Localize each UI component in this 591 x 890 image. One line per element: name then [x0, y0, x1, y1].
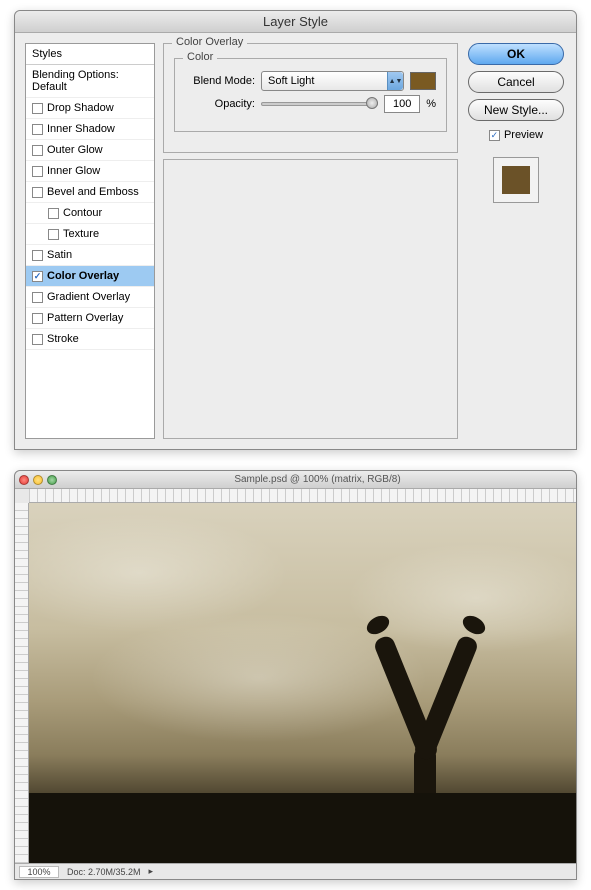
layer-style-dialog: Layer Style Styles Blending Options: Def…	[14, 10, 577, 450]
label: Color Overlay	[47, 270, 119, 282]
figure-silhouette	[336, 593, 516, 823]
styles-sidebar: Styles Blending Options: Default Drop Sh…	[25, 43, 155, 439]
sidebar-item-outer-glow[interactable]: Outer Glow	[26, 140, 154, 161]
group-title: Color Overlay	[172, 36, 247, 48]
ruler-horizontal[interactable]	[29, 489, 576, 503]
checkbox-outer-glow[interactable]	[32, 145, 43, 156]
opacity-input[interactable]	[384, 95, 420, 113]
panel-spacer	[163, 159, 458, 439]
ok-button[interactable]: OK	[468, 43, 564, 65]
minimize-icon[interactable]	[33, 475, 43, 485]
blend-mode-label: Blend Mode:	[185, 75, 255, 87]
opacity-slider[interactable]	[261, 97, 378, 111]
slider-thumb[interactable]	[366, 97, 378, 109]
blend-mode-select[interactable]: Soft Light ▲▼	[261, 71, 404, 91]
slider-track	[261, 102, 378, 106]
document-window: Sample.psd @ 100% (matrix, RGB/8)	[14, 470, 577, 880]
sidebar-item-gradient-overlay[interactable]: Gradient Overlay	[26, 287, 154, 308]
opacity-unit: %	[426, 98, 436, 110]
doc-info: Doc: 2.70M/35.2M	[67, 867, 141, 877]
sidebar-item-inner-shadow[interactable]: Inner Shadow	[26, 119, 154, 140]
color-swatch[interactable]	[410, 72, 436, 90]
image-foreground	[29, 793, 576, 863]
checkbox-contour[interactable]	[48, 208, 59, 219]
checkbox-pattern-overlay[interactable]	[32, 313, 43, 324]
dialog-title: Layer Style	[15, 11, 576, 33]
window-controls	[19, 475, 57, 485]
sidebar-item-satin[interactable]: Satin	[26, 245, 154, 266]
preview-toggle[interactable]: Preview	[489, 129, 543, 141]
sidebar-item-color-overlay[interactable]: Color Overlay	[26, 266, 154, 287]
status-bar: 100% Doc: 2.70M/35.2M ▸	[15, 863, 576, 879]
checkbox-inner-shadow[interactable]	[32, 124, 43, 135]
preview-swatch	[493, 157, 539, 203]
label: Bevel and Emboss	[47, 186, 139, 198]
checkbox-drop-shadow[interactable]	[32, 103, 43, 114]
opacity-label: Opacity:	[185, 98, 255, 110]
checkbox-preview[interactable]	[489, 130, 500, 141]
document-titlebar: Sample.psd @ 100% (matrix, RGB/8)	[15, 471, 576, 489]
zoom-field[interactable]: 100%	[19, 866, 59, 878]
sidebar-item-contour[interactable]: Contour	[26, 203, 154, 224]
subgroup-title: Color	[183, 51, 217, 63]
chevron-updown-icon: ▲▼	[387, 72, 403, 90]
sidebar-blending-options[interactable]: Blending Options: Default	[26, 65, 154, 98]
zoom-icon[interactable]	[47, 475, 57, 485]
new-style-button[interactable]: New Style...	[468, 99, 564, 121]
blend-mode-value: Soft Light	[268, 75, 314, 87]
sidebar-item-bevel-emboss[interactable]: Bevel and Emboss	[26, 182, 154, 203]
label: Drop Shadow	[47, 102, 114, 114]
color-subgroup: Color Blend Mode: Soft Light ▲▼ Opacity:	[174, 58, 447, 132]
chevron-right-icon[interactable]: ▸	[149, 866, 154, 877]
sidebar-item-texture[interactable]: Texture	[26, 224, 154, 245]
checkbox-inner-glow[interactable]	[32, 166, 43, 177]
preview-color	[502, 166, 530, 194]
checkbox-color-overlay[interactable]	[32, 271, 43, 282]
dialog-buttons: OK Cancel New Style... Preview	[466, 43, 566, 439]
options-panel: Color Overlay Color Blend Mode: Soft Lig…	[163, 43, 458, 439]
canvas[interactable]	[29, 503, 576, 863]
label: Contour	[63, 207, 102, 219]
sidebar-item-pattern-overlay[interactable]: Pattern Overlay	[26, 308, 154, 329]
ruler-vertical[interactable]	[15, 503, 29, 863]
sidebar-item-drop-shadow[interactable]: Drop Shadow	[26, 98, 154, 119]
preview-label: Preview	[504, 129, 543, 141]
label: Inner Glow	[47, 165, 100, 177]
label: Inner Shadow	[47, 123, 115, 135]
checkbox-satin[interactable]	[32, 250, 43, 261]
sidebar-item-stroke[interactable]: Stroke	[26, 329, 154, 350]
document-title: Sample.psd @ 100% (matrix, RGB/8)	[63, 474, 572, 485]
label: Outer Glow	[47, 144, 103, 156]
checkbox-gradient-overlay[interactable]	[32, 292, 43, 303]
color-overlay-group: Color Overlay Color Blend Mode: Soft Lig…	[163, 43, 458, 153]
checkbox-texture[interactable]	[48, 229, 59, 240]
checkbox-stroke[interactable]	[32, 334, 43, 345]
cancel-button[interactable]: Cancel	[468, 71, 564, 93]
label: Gradient Overlay	[47, 291, 130, 303]
label: Stroke	[47, 333, 79, 345]
label: Texture	[63, 228, 99, 240]
close-icon[interactable]	[19, 475, 29, 485]
label: Pattern Overlay	[47, 312, 123, 324]
checkbox-bevel-emboss[interactable]	[32, 187, 43, 198]
sidebar-item-inner-glow[interactable]: Inner Glow	[26, 161, 154, 182]
sidebar-header-styles[interactable]: Styles	[26, 44, 154, 65]
label: Satin	[47, 249, 72, 261]
